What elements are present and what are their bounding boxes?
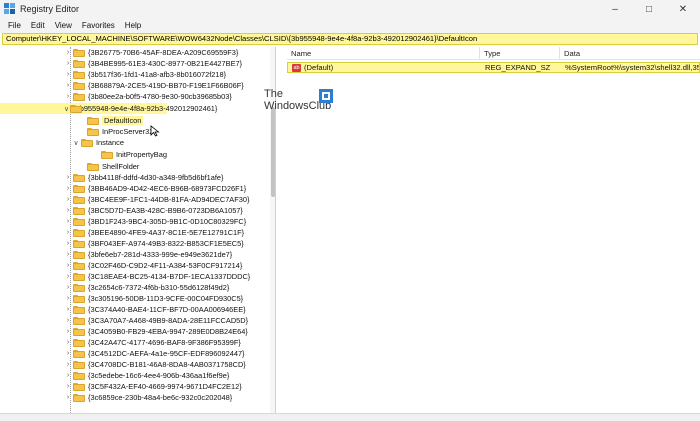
tree-item[interactable]: › {3C18EAE4-BC25-4134-B7DF-1ECA1337DDDC} <box>0 271 275 282</box>
folder-icon <box>73 59 85 68</box>
tree-item[interactable]: › {3c305196-50DB-11D3-9CFE-00C04FD930C5} <box>0 293 275 304</box>
tree-item-instance[interactable]: ∨ Instance <box>0 137 275 148</box>
tree-item[interactable]: › {3c5edebe-16c6-4ee4-906b-436aa1f6ef9e} <box>0 370 275 381</box>
tree-item[interactable]: › {3b80ee2a-b0f5-4780-9e30-90cb39685b03} <box>0 91 275 102</box>
tree-item[interactable]: › {3c6859ce-230b-48a4-be6c-932c0c202048} <box>0 392 275 403</box>
tree-item-shellfolder[interactable]: ShellFolder <box>0 161 275 172</box>
folder-icon <box>73 305 85 314</box>
tree-item[interactable]: › {3B4BE995-61E3-430C-8977-0B21E4427BE7} <box>0 58 275 69</box>
tree-item[interactable]: › {3bfe6eb7-281d-4333-999e-e949e3621de7} <box>0 249 275 260</box>
close-button[interactable]: ✕ <box>666 0 700 18</box>
folder-icon <box>73 81 85 90</box>
title-bar: Registry Editor – □ ✕ <box>0 0 700 18</box>
watermark-line1: The <box>264 88 283 100</box>
tree-item-expanded-clsid[interactable]: ∨ {3b955948-9e4e-4f8a-92b3-492012902461} <box>0 103 217 114</box>
column-header-data[interactable]: Data <box>560 47 700 60</box>
tree-item[interactable]: › {3BB46AD9-4D42-4EC6-B96B-68973FCD26F1} <box>0 183 275 194</box>
tree-item[interactable]: › {3C4512DC-AEFA-4a1e-95CF-EDF896092447} <box>0 348 275 359</box>
folder-icon <box>73 217 85 226</box>
address-bar[interactable]: Computer\HKEY_LOCAL_MACHINE\SOFTWARE\WOW… <box>2 33 698 45</box>
close-icon: ✕ <box>678 3 688 15</box>
string-value-icon: ab <box>292 64 301 72</box>
tree-item[interactable]: › {3bb4118f-ddfd-4d30-a348-9fb5d6bf1afe} <box>0 172 275 183</box>
folder-icon <box>73 184 85 193</box>
folder-icon <box>73 173 85 182</box>
menu-file[interactable]: File <box>3 21 26 30</box>
tree-item[interactable]: › {3BEE4890-4FE9-4A37-8C1E-5E7E12791C1F} <box>0 227 275 238</box>
tree-item[interactable]: › {3BD1F243-9BC4-305D-9B1C-0D10C80329FC} <box>0 216 275 227</box>
chevron-down-icon[interactable]: ∨ <box>64 105 69 113</box>
folder-icon <box>73 382 85 391</box>
minimize-button[interactable]: – <box>598 0 632 18</box>
key-tree[interactable]: › {3B26775-70B6-45AF-8DEA-A209C69559F3} ›… <box>0 47 276 413</box>
maximize-button[interactable]: □ <box>632 0 666 18</box>
folder-icon <box>73 48 85 57</box>
folder-icon <box>73 371 85 380</box>
folder-icon <box>73 92 85 101</box>
folder-icon <box>73 360 85 369</box>
chevron-down-icon[interactable]: ∨ <box>72 139 80 147</box>
column-header-name[interactable]: Name <box>287 46 480 60</box>
windowsclub-logo-icon <box>319 89 333 103</box>
tree-item[interactable]: › {3C374A40-BAE4-11CF-BF7D-00AA006946EE} <box>0 304 275 315</box>
folder-icon <box>73 393 85 402</box>
menu-view[interactable]: View <box>50 21 77 30</box>
status-bar <box>0 413 700 421</box>
menu-edit[interactable]: Edit <box>26 21 50 30</box>
tree-item[interactable]: › {3C5F432A-EF40-4669-9974-9671D4FC2E12} <box>0 381 275 392</box>
value-data: %SystemRoot%\system32\shell32.dll,35 <box>565 63 699 72</box>
maximize-icon: □ <box>645 3 653 15</box>
folder-icon <box>73 250 85 259</box>
tree-item[interactable]: › {3BF043EF-A974-49B3-8322-B853CF1E5EC5} <box>0 238 275 249</box>
regedit-icon <box>4 3 16 15</box>
tree-item-defaulticon[interactable]: DefaultIcon <box>0 115 275 126</box>
tree-item[interactable]: › {3C02F46D-C9D2-4F11-A384-53F0CF917214} <box>0 260 275 271</box>
scrollbar-thumb[interactable] <box>271 107 275 197</box>
tree-item[interactable]: › {3BC4EE9F-1FC1-44DB-81FA-AD94DEC7AF30} <box>0 194 275 205</box>
tree-item[interactable]: › {3C4059B0-FB29-4EBA-9947-289E0D8B24E64} <box>0 326 275 337</box>
folder-icon <box>73 338 85 347</box>
folder-icon <box>81 138 93 147</box>
folder-icon <box>73 294 85 303</box>
minimize-icon: – <box>612 3 618 15</box>
menu-favorites[interactable]: Favorites <box>77 21 120 30</box>
tree-item[interactable]: › {3C42A47C-4177-4696-BAF8-9F386F95399F} <box>0 337 275 348</box>
folder-icon <box>73 70 85 79</box>
column-header-type[interactable]: Type <box>480 46 560 60</box>
tree-item[interactable]: › {3BC5D7D-EA3B-428C-B9B6-0723DB6A1057} <box>0 205 275 216</box>
tree-item[interactable]: › {3b517f36-1fd1-41a8-afb3-8b016072f218} <box>0 69 275 80</box>
window-title: Registry Editor <box>20 4 80 14</box>
folder-icon <box>73 228 85 237</box>
folder-icon <box>73 195 85 204</box>
folder-icon <box>73 283 85 292</box>
folder-icon <box>73 272 85 281</box>
folder-icon <box>73 261 85 270</box>
folder-icon <box>73 316 85 325</box>
tree-item-inprocserver32[interactable]: InProcServer32 <box>0 126 275 137</box>
folder-icon <box>101 150 113 159</box>
values-pane[interactable]: Name Type Data ab (Default) REG_EXPAND_SZ… <box>287 46 700 413</box>
folder-icon <box>73 327 85 336</box>
menu-bar: File Edit View Favorites Help <box>0 18 700 33</box>
tree-item-initpropertybag[interactable]: InitPropertyBag <box>0 149 275 160</box>
values-header: Name Type Data <box>287 46 700 60</box>
value-name: (Default) <box>304 63 334 72</box>
tree-item[interactable]: › {3C3A70A7-A468-49B9-8ADA-28E11FCCAD5D} <box>0 315 275 326</box>
tree-item[interactable]: › {3C4708DC-B181-46A8-8DA8-4AB0371758CD} <box>0 359 275 370</box>
mouse-pointer-icon <box>150 125 160 137</box>
folder-icon <box>73 349 85 358</box>
folder-icon <box>73 206 85 215</box>
watermark: The WindowsClub <box>264 88 348 118</box>
tree-item[interactable]: › {3B26775-70B6-45AF-8DEA-A209C69559F3} <box>0 47 275 58</box>
tree-item[interactable]: › {3B68879A-2CE5-419D-BB70-F19E1F66B06F} <box>0 80 275 91</box>
folder-icon <box>87 116 99 125</box>
folder-icon <box>87 127 99 136</box>
folder-icon <box>73 239 85 248</box>
value-type: REG_EXPAND_SZ <box>485 63 551 72</box>
tree-item[interactable]: › {3c2654c6-7372-4f6b-b310-55d6128f49d2} <box>0 282 275 293</box>
folder-icon <box>87 162 99 171</box>
value-row-default[interactable]: ab (Default) REG_EXPAND_SZ %SystemRoot%\s… <box>287 62 700 73</box>
menu-help[interactable]: Help <box>120 21 146 30</box>
